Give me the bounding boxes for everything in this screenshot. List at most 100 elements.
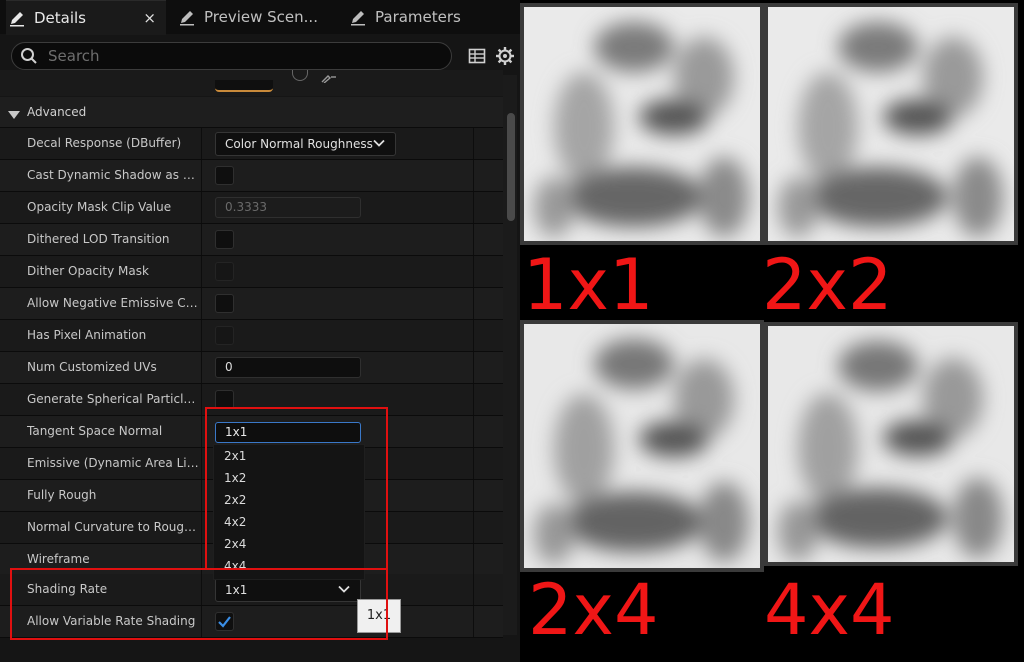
combo-value: Color Normal Roughness xyxy=(225,137,373,151)
row-decal-response: Decal Response (DBuffer) Color Normal Ro… xyxy=(0,128,503,160)
partial-row xyxy=(0,70,503,96)
row-label: Num Customized UVs xyxy=(27,360,157,374)
row-has-pixel-animation: Has Pixel Animation xyxy=(0,320,503,352)
pencil-icon xyxy=(349,8,367,26)
tab-details-label: Details xyxy=(34,9,87,27)
search-input[interactable] xyxy=(46,46,430,66)
divider xyxy=(473,256,474,287)
tab-preview-scene[interactable]: Preview Scen... xyxy=(176,0,318,34)
decal-response-combo[interactable]: Color Normal Roughness xyxy=(215,132,396,156)
row-cast-dynamic-shadow: Cast Dynamic Shadow as Masked xyxy=(0,160,503,192)
divider xyxy=(473,288,474,319)
divider xyxy=(201,256,202,287)
row-label: Decal Response (DBuffer) xyxy=(27,136,182,150)
label-1x1: 1x1 xyxy=(523,244,654,326)
tab-parameters[interactable]: Parameters xyxy=(347,0,461,34)
color-swatch[interactable] xyxy=(215,80,273,92)
texture-image xyxy=(524,324,760,568)
section-advanced[interactable]: Advanced xyxy=(0,97,503,128)
divider xyxy=(473,352,474,383)
annotation-box xyxy=(10,568,388,640)
row-label: Cast Dynamic Shadow as Masked xyxy=(27,168,199,182)
divider xyxy=(201,384,202,415)
row-num-customized-uvs: Num Customized UVs 0 xyxy=(0,352,503,384)
divider xyxy=(201,448,202,479)
divider xyxy=(473,574,474,605)
pencil-icon xyxy=(178,8,196,26)
divider xyxy=(473,448,474,479)
label-4x4: 4x4 xyxy=(764,569,895,651)
tab-preview-scene-label: Preview Scen... xyxy=(204,8,318,26)
divider xyxy=(473,224,474,255)
dithered-lod-checkbox[interactable] xyxy=(215,230,234,249)
divider xyxy=(201,352,202,383)
reset-icon[interactable] xyxy=(292,70,308,81)
texture-preview-4x4 xyxy=(764,322,1018,566)
divider xyxy=(201,320,202,351)
table-view-icon[interactable] xyxy=(467,46,487,66)
divider xyxy=(473,128,474,159)
divider xyxy=(473,512,474,543)
tab-bar: Details × Preview Scen... Parameters xyxy=(0,0,520,35)
row-label: Emissive (Dynamic Area Light) xyxy=(27,456,199,470)
texture-image xyxy=(768,7,1014,241)
divider xyxy=(201,128,202,159)
tab-details[interactable]: Details × xyxy=(6,0,166,35)
num-customized-uvs-field[interactable]: 0 xyxy=(215,357,361,378)
divider xyxy=(473,160,474,191)
divider xyxy=(473,480,474,511)
divider xyxy=(201,224,202,255)
allow-negative-emissive-checkbox[interactable] xyxy=(215,294,234,313)
row-opacity-mask-clip: Opacity Mask Clip Value 0.3333 xyxy=(0,192,503,224)
divider xyxy=(473,544,474,575)
row-label: Dithered LOD Transition xyxy=(27,232,170,246)
chevron-down-icon xyxy=(373,137,385,152)
eyedropper-icon[interactable] xyxy=(320,72,338,84)
row-label: Has Pixel Animation xyxy=(27,328,147,342)
divider xyxy=(201,160,202,191)
pencil-icon xyxy=(8,9,26,27)
details-panel: Details × Preview Scen... Parameters Sea… xyxy=(0,0,520,662)
tab-parameters-label: Parameters xyxy=(375,8,461,26)
texture-preview-2x4 xyxy=(520,320,764,572)
texture-preview-1x1 xyxy=(520,3,764,245)
row-dithered-lod: Dithered LOD Transition xyxy=(0,224,503,256)
divider xyxy=(473,320,474,351)
label-2x2: 2x2 xyxy=(762,244,893,326)
cast-dynamic-shadow-checkbox[interactable] xyxy=(215,166,234,185)
close-icon[interactable]: × xyxy=(143,9,156,27)
texture-image xyxy=(524,7,760,241)
divider xyxy=(473,384,474,415)
divider xyxy=(473,606,474,637)
row-label: Normal Curvature to Roughness xyxy=(27,520,199,534)
texture-preview-2x2 xyxy=(764,3,1018,245)
opacity-mask-clip-field[interactable]: 0.3333 xyxy=(215,197,361,218)
divider xyxy=(473,416,474,447)
row-label: Fully Rough xyxy=(27,488,97,502)
section-advanced-label: Advanced xyxy=(27,105,87,119)
search-box xyxy=(11,42,452,70)
gear-icon[interactable] xyxy=(495,46,515,66)
divider xyxy=(201,512,202,543)
divider xyxy=(201,192,202,223)
row-label: Generate Spherical Particle Normals xyxy=(27,392,199,406)
divider xyxy=(201,288,202,319)
divider xyxy=(201,416,202,447)
row-label: Dither Opacity Mask xyxy=(27,264,149,278)
row-label: Allow Negative Emissive Color xyxy=(27,296,199,310)
scrollbar-thumb[interactable] xyxy=(507,113,515,221)
row-dither-opacity-mask: Dither Opacity Mask xyxy=(0,256,503,288)
texture-image xyxy=(768,326,1014,562)
label-2x4: 2x4 xyxy=(528,569,659,651)
has-pixel-animation-checkbox[interactable] xyxy=(215,326,234,345)
divider xyxy=(201,480,202,511)
row-allow-negative-emissive: Allow Negative Emissive Color xyxy=(0,288,503,320)
row-label: Tangent Space Normal xyxy=(27,424,163,438)
divider xyxy=(473,192,474,223)
collapse-arrow-icon[interactable] xyxy=(8,108,20,122)
dither-opacity-mask-checkbox[interactable] xyxy=(215,262,234,281)
scrollbar[interactable] xyxy=(503,75,517,635)
annotation-box xyxy=(205,407,388,570)
search-icon xyxy=(20,47,38,65)
row-label: Opacity Mask Clip Value xyxy=(27,200,172,214)
